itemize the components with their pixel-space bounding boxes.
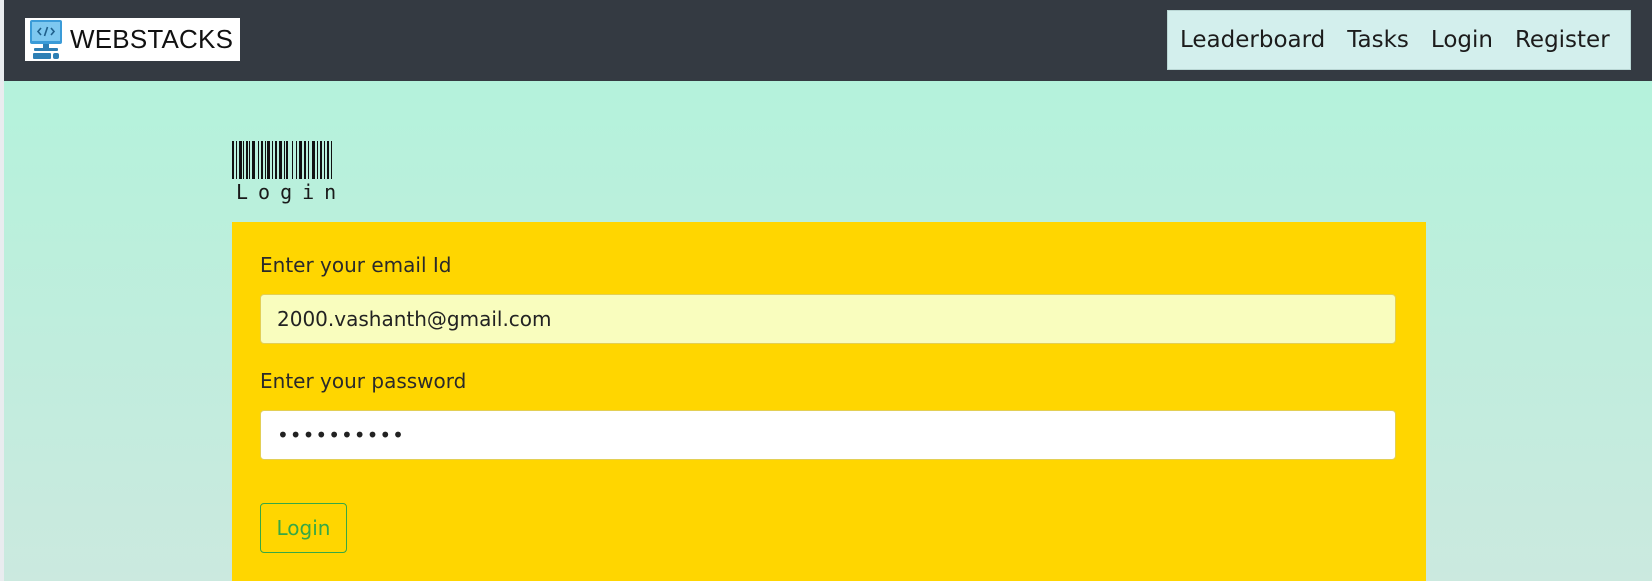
- barcode-graphic: [232, 141, 332, 179]
- navbar: WEBSTACKS Leaderboard Tasks Login Regist…: [4, 0, 1652, 81]
- nav-link-register[interactable]: Register: [1515, 27, 1610, 53]
- password-label: Enter your password: [260, 369, 467, 393]
- brand-link[interactable]: WEBSTACKS: [25, 18, 240, 61]
- nav-link-tasks[interactable]: Tasks: [1347, 27, 1409, 53]
- nav-link-leaderboard[interactable]: Leaderboard: [1180, 27, 1325, 53]
- nav-menu: Leaderboard Tasks Login Register: [1167, 10, 1631, 70]
- nav-link-login[interactable]: Login: [1431, 27, 1493, 53]
- email-label: Enter your email Id: [260, 253, 452, 277]
- login-form: Enter your email Id Enter your password …: [232, 222, 1426, 581]
- page: WEBSTACKS Leaderboard Tasks Login Regist…: [4, 0, 1652, 581]
- page-title: Login: [236, 180, 347, 204]
- computer-code-icon: [30, 20, 62, 59]
- brand-name: WEBSTACKS: [70, 24, 234, 54]
- email-field[interactable]: [260, 294, 1396, 344]
- password-field[interactable]: [260, 410, 1396, 460]
- login-button[interactable]: Login: [260, 503, 347, 553]
